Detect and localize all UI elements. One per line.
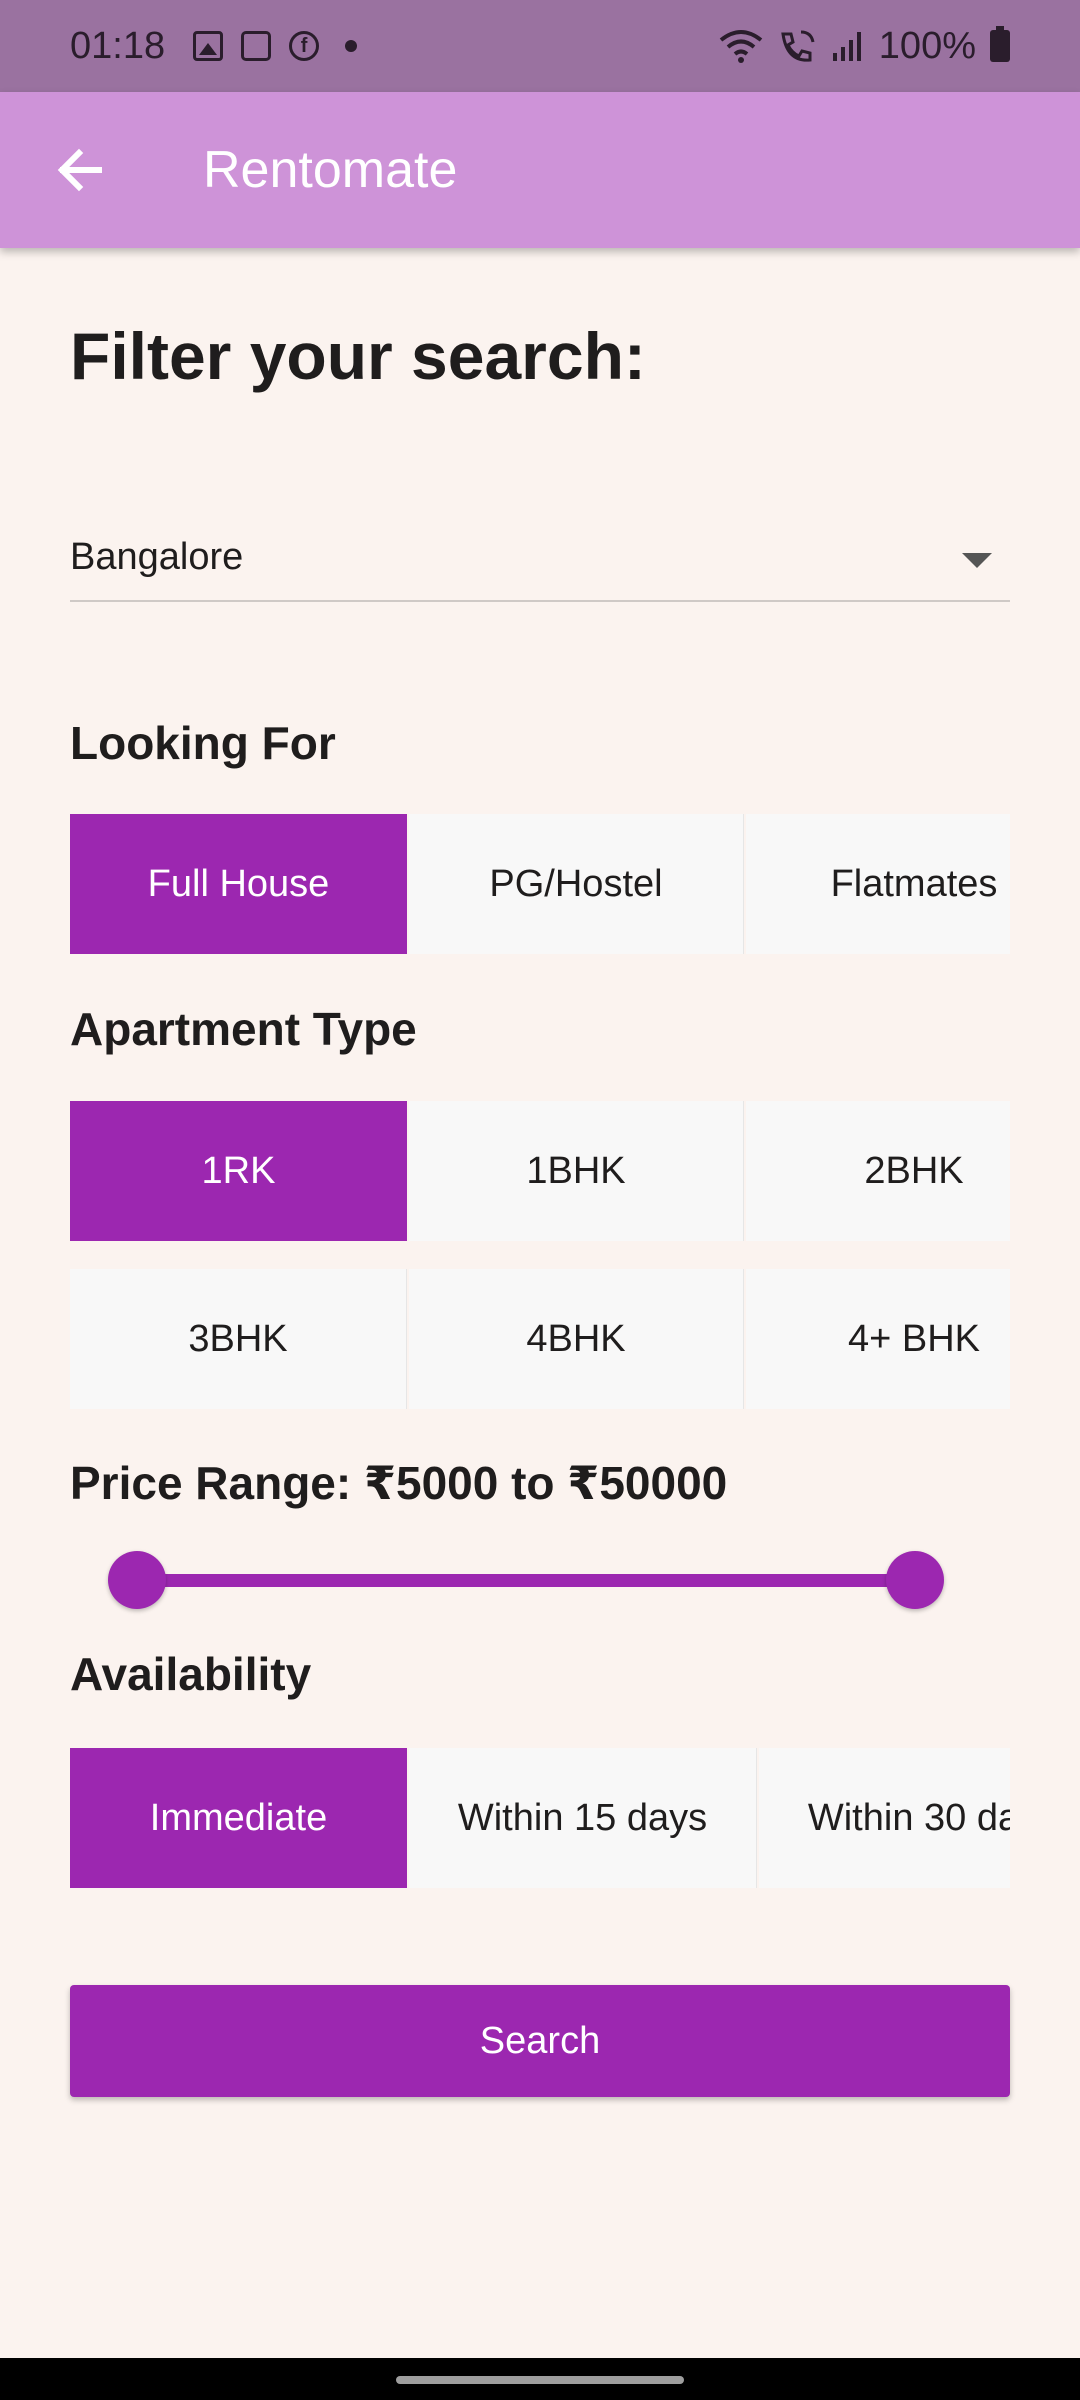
facebook-icon: f bbox=[289, 31, 320, 61]
slider-min-thumb[interactable] bbox=[108, 1551, 166, 1609]
back-button[interactable] bbox=[20, 110, 140, 230]
price-range-label: Price Range: ₹5000 to ₹50000 bbox=[70, 1457, 728, 1509]
status-time: 01:18 bbox=[70, 24, 166, 67]
city-dropdown[interactable]: Bangalore bbox=[70, 520, 1010, 602]
status-bar: 01:18 f 100% bbox=[0, 0, 1080, 92]
app-bar: Rentomate bbox=[0, 92, 1080, 248]
availability-label: Availability bbox=[70, 1648, 312, 1700]
looking-for-label: Looking For bbox=[70, 717, 336, 769]
looking-for-full-house[interactable]: Full House bbox=[70, 814, 407, 954]
signal-icon bbox=[832, 32, 861, 61]
apartment-type-1bhk[interactable]: 1BHK bbox=[409, 1101, 744, 1241]
slider-track bbox=[136, 1574, 916, 1587]
photo-icon bbox=[193, 31, 224, 61]
looking-for-flatmates[interactable]: Flatmates bbox=[746, 814, 1010, 954]
city-dropdown-value: Bangalore bbox=[70, 535, 244, 578]
battery-percent: 100% bbox=[878, 24, 976, 67]
apartment-type-row-2: 3BHK 4BHK 4+ BHK bbox=[70, 1269, 1010, 1409]
apartment-type-1rk[interactable]: 1RK bbox=[70, 1101, 407, 1241]
apartment-type-2bhk[interactable]: 2BHK bbox=[746, 1101, 1010, 1241]
availability-options: Immediate Within 15 days Within 30 days bbox=[70, 1748, 1010, 1888]
apartment-type-4bhk[interactable]: 4BHK bbox=[409, 1269, 744, 1409]
dot-icon bbox=[345, 40, 358, 52]
search-button[interactable]: Search bbox=[70, 1985, 1010, 2097]
looking-for-options: Full House PG/Hostel Flatmates bbox=[70, 814, 1010, 954]
price-range-slider[interactable] bbox=[108, 1551, 944, 1609]
slider-max-thumb[interactable] bbox=[886, 1551, 944, 1609]
wifi-icon bbox=[719, 30, 763, 63]
availability-immediate[interactable]: Immediate bbox=[70, 1748, 407, 1888]
dropdown-arrow-icon bbox=[962, 552, 992, 568]
apartment-type-label: Apartment Type bbox=[70, 1003, 417, 1055]
app-title: Rentomate bbox=[203, 141, 458, 199]
page-title: Filter your search: bbox=[70, 319, 646, 393]
apartment-type-3bhk[interactable]: 3BHK bbox=[70, 1269, 407, 1409]
availability-within-15-days[interactable]: Within 15 days bbox=[409, 1748, 757, 1888]
arrow-back-icon bbox=[57, 148, 102, 192]
availability-within-30-days[interactable]: Within 30 days bbox=[759, 1748, 1010, 1888]
looking-for-pg-hostel[interactable]: PG/Hostel bbox=[409, 814, 744, 954]
apartment-type-4plus-bhk[interactable]: 4+ BHK bbox=[746, 1269, 1010, 1409]
home-gesture-handle[interactable] bbox=[396, 2376, 684, 2384]
navigation-bar bbox=[0, 2358, 1080, 2400]
voicemail-icon bbox=[241, 31, 272, 61]
battery-icon bbox=[990, 26, 1010, 62]
apartment-type-row-1: 1RK 1BHK 2BHK bbox=[70, 1101, 1010, 1241]
wifi-calling-icon bbox=[781, 30, 815, 62]
